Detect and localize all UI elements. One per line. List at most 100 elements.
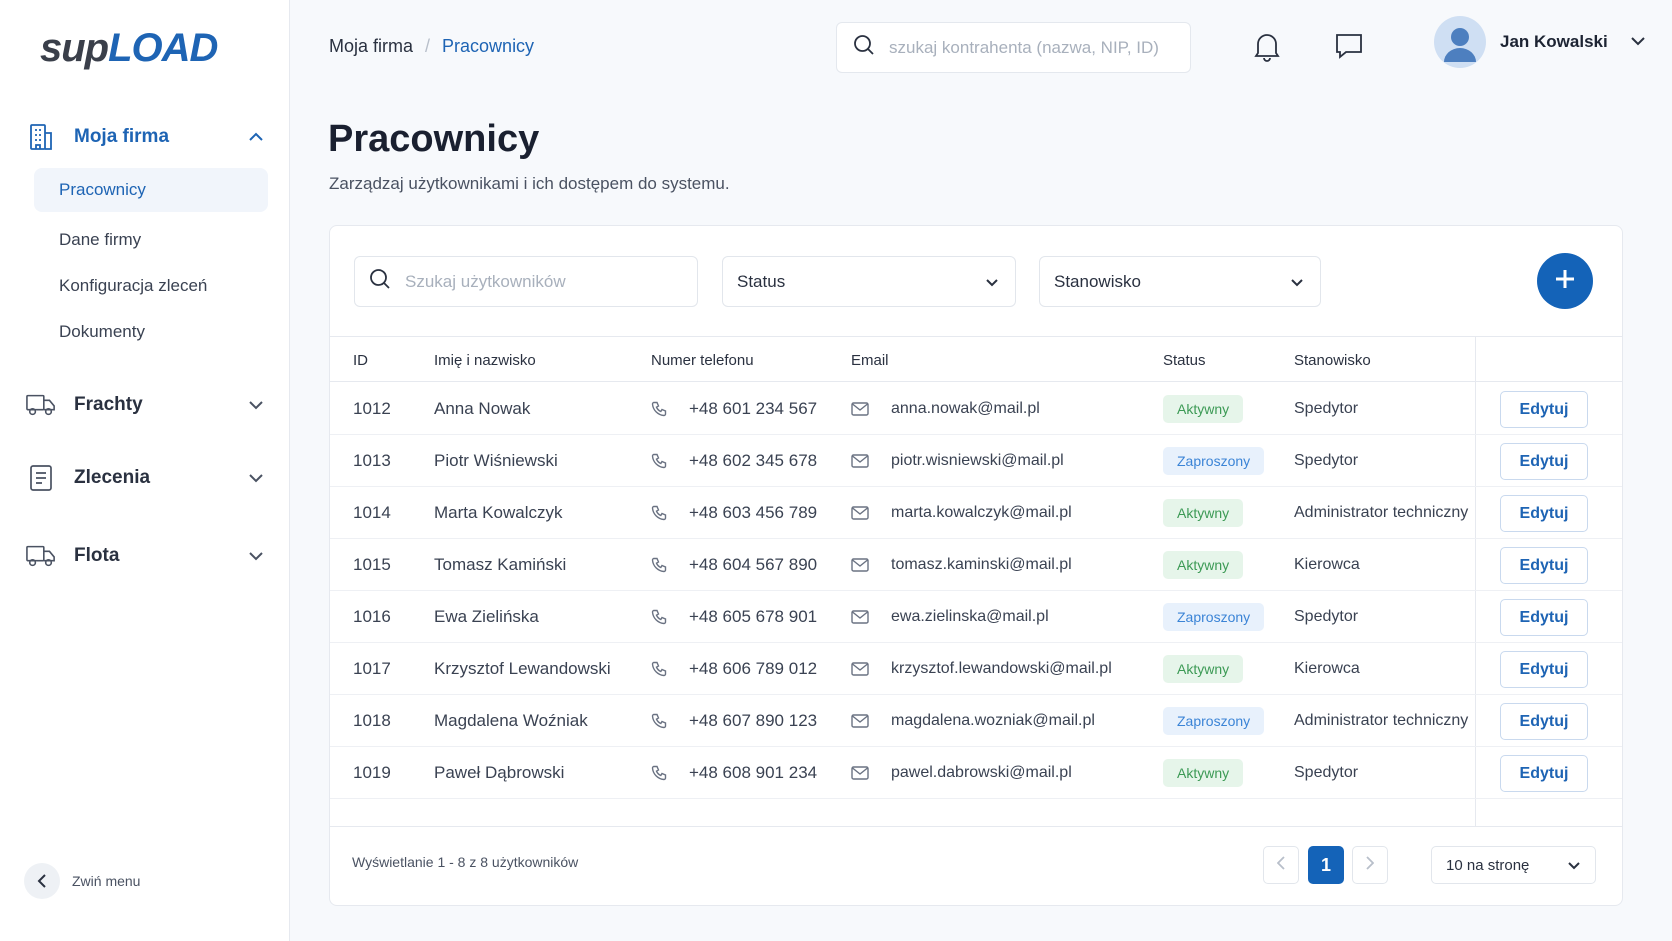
edit-button[interactable]: Edytuj: [1500, 755, 1588, 792]
brand-logo-part1: sup: [40, 26, 109, 70]
phone-icon: [651, 713, 679, 729]
cell-phone: +48 605 678 901: [651, 591, 817, 643]
building-icon: [26, 122, 56, 152]
user-search[interactable]: [354, 256, 698, 307]
breadcrumb: Moja firma / Pracownicy: [329, 36, 534, 57]
chat-icon[interactable]: [1331, 28, 1367, 64]
cell-position: Spedytor: [1294, 608, 1359, 625]
table-row[interactable]: 1017 Krzysztof Lewandowski +48 606 789 012…: [330, 643, 1622, 695]
cell-id: 1014: [353, 503, 391, 522]
email-address[interactable]: piotr.wisniewski@mail.pl: [891, 452, 1064, 470]
phone-number: +48 607 890 123: [689, 711, 818, 730]
sidebar-item-dane-firmy[interactable]: Dane firmy: [34, 218, 268, 262]
edit-button[interactable]: Edytuj: [1500, 495, 1588, 532]
phone-icon: [651, 661, 679, 677]
per-page-select[interactable]: 10 na stronę: [1431, 846, 1596, 884]
column-header-email[interactable]: Email: [851, 337, 889, 383]
edit-button[interactable]: Edytuj: [1500, 599, 1588, 636]
column-header-status[interactable]: Status: [1163, 337, 1206, 383]
pagination-summary: Wyświetlanie 1 - 8 z 8 użytkowników: [352, 854, 579, 870]
cell-name: Anna Nowak: [434, 399, 531, 418]
edit-button[interactable]: Edytuj: [1500, 703, 1588, 740]
cell-phone: +48 602 345 678: [651, 435, 817, 487]
column-header-name[interactable]: Imię i nazwisko: [434, 337, 536, 383]
table-row[interactable]: 1012 Anna Nowak +48 601 234 567 anna.nowak@…: [330, 383, 1622, 435]
nav-group-zlecenia[interactable]: Zlecenia: [26, 463, 266, 493]
cell-name: Tomasz Kamiński: [434, 555, 567, 574]
breadcrumb-separator: /: [425, 36, 431, 56]
page-button-current[interactable]: 1: [1308, 846, 1344, 884]
cell-email: magdalena.wozniak@mail.pl: [851, 695, 1095, 747]
mail-icon: [851, 454, 881, 468]
cell-status: Zaproszony: [1163, 435, 1265, 487]
status-badge: Aktywny: [1163, 395, 1244, 423]
mail-icon: [851, 662, 881, 676]
edit-button[interactable]: Edytuj: [1500, 391, 1588, 428]
cell-name: Marta Kowalczyk: [434, 503, 563, 522]
brand-logo[interactable]: supLOAD: [40, 26, 218, 71]
chevron-left-icon: [24, 863, 60, 899]
sidebar-item-konfiguracja-zlecen[interactable]: Konfiguracja zleceń: [34, 264, 268, 308]
edit-button[interactable]: Edytuj: [1500, 443, 1588, 480]
global-search-input[interactable]: [889, 37, 1169, 58]
search-icon: [369, 268, 391, 295]
table-row[interactable]: 1019 Paweł Dąbrowski +48 608 901 234 pawel.…: [330, 747, 1622, 799]
breadcrumb-item-moja-firma[interactable]: Moja firma: [329, 36, 413, 57]
email-address[interactable]: anna.nowak@mail.pl: [891, 400, 1040, 418]
cell-email: tomasz.kaminski@mail.pl: [851, 539, 1072, 591]
breadcrumb-item-pracownicy[interactable]: Pracownicy: [442, 36, 534, 57]
prev-page-button[interactable]: [1263, 846, 1299, 884]
status-badge: Aktywny: [1163, 759, 1244, 787]
chevron-down-icon: [1567, 857, 1581, 874]
sidebar-item-pracownicy[interactable]: Pracownicy: [34, 168, 268, 212]
status-badge: Zaproszony: [1163, 603, 1265, 631]
phone-icon: [651, 453, 679, 469]
email-address[interactable]: pawel.dabrowski@mail.pl: [891, 764, 1072, 782]
collapse-menu-button[interactable]: Zwiń menu: [24, 863, 140, 899]
cell-status: Aktywny: [1163, 487, 1244, 539]
table-row[interactable]: 1018 Magdalena Woźniak +48 607 890 123 magd…: [330, 695, 1622, 747]
column-header-id[interactable]: ID: [353, 337, 368, 383]
status-filter-select[interactable]: Status: [722, 256, 1016, 307]
bell-icon[interactable]: [1249, 28, 1285, 64]
mail-icon: [851, 610, 881, 624]
edit-button[interactable]: Edytuj: [1500, 547, 1588, 584]
cell-status: Zaproszony: [1163, 591, 1265, 643]
table-row[interactable]: 1015 Tomasz Kamiński +48 604 567 890 tomasz…: [330, 539, 1622, 591]
chevron-left-icon: [1276, 855, 1285, 875]
next-page-button[interactable]: [1352, 846, 1388, 884]
nav-group-frachty[interactable]: Frachty: [26, 390, 266, 420]
page-title: Pracownicy: [328, 118, 540, 160]
phone-icon: [651, 609, 679, 625]
table-row[interactable]: 1016 Ewa Zielińska +48 605 678 901 ewa.ziel…: [330, 591, 1622, 643]
email-address[interactable]: tomasz.kaminski@mail.pl: [891, 556, 1072, 574]
cell-name: Ewa Zielińska: [434, 607, 539, 626]
column-header-phone[interactable]: Numer telefonu: [651, 337, 754, 383]
edit-button[interactable]: Edytuj: [1500, 651, 1588, 688]
email-address[interactable]: marta.kowalczyk@mail.pl: [891, 504, 1072, 522]
cell-status: Aktywny: [1163, 747, 1244, 799]
email-address[interactable]: ewa.zielinska@mail.pl: [891, 608, 1049, 626]
phone-number: +48 605 678 901: [689, 607, 818, 626]
nav-group-moja-firma[interactable]: Moja firma: [26, 122, 266, 152]
user-search-input[interactable]: [405, 271, 685, 292]
nav-group-flota[interactable]: Flota: [26, 541, 266, 571]
cell-status: Aktywny: [1163, 383, 1244, 435]
global-search[interactable]: [836, 22, 1191, 73]
chevron-down-icon: [246, 395, 266, 415]
email-address[interactable]: magdalena.wozniak@mail.pl: [891, 712, 1095, 730]
user-menu[interactable]: Jan Kowalski: [1434, 16, 1646, 68]
nav-group-label: Frachty: [74, 394, 143, 415]
position-filter-select[interactable]: Stanowisko: [1039, 256, 1321, 307]
column-header-position[interactable]: Stanowisko: [1294, 337, 1371, 383]
cell-id: 1019: [353, 763, 391, 782]
sidebar-item-dokumenty[interactable]: Dokumenty: [34, 310, 268, 354]
cell-phone: +48 607 890 123: [651, 695, 817, 747]
phone-icon: [651, 765, 679, 781]
add-user-button[interactable]: [1537, 253, 1593, 309]
table-row[interactable]: 1013 Piotr Wiśniewski +48 602 345 678 piotr…: [330, 435, 1622, 487]
mail-icon: [851, 402, 881, 416]
email-address[interactable]: krzysztof.lewandowski@mail.pl: [891, 660, 1112, 678]
cell-position: Spedytor: [1294, 764, 1359, 781]
table-row[interactable]: 1014 Marta Kowalczyk +48 603 456 789 marta.…: [330, 487, 1622, 539]
